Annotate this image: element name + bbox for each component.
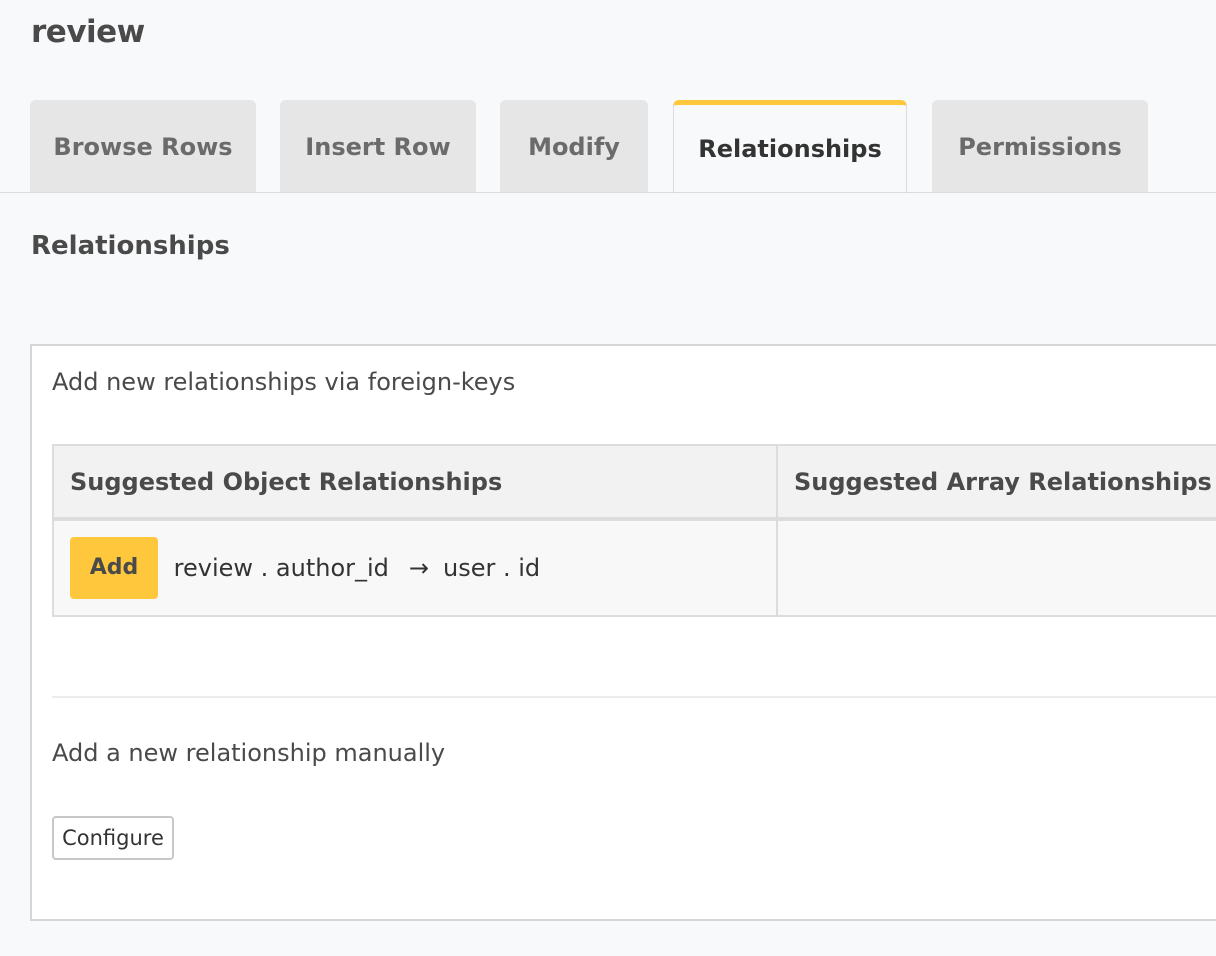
manual-relationship-heading: Add a new relationship manually <box>52 739 446 767</box>
arrow-right-icon: → <box>408 554 429 582</box>
relationship-to: user . id <box>443 554 541 582</box>
relationship-from: review . author_id <box>173 554 389 582</box>
array-suggestion-cell <box>776 518 1216 617</box>
foreign-keys-heading: Add new relationships via foreign-keys <box>52 368 516 396</box>
table-header-row: Suggested Object Relationships Suggested… <box>52 444 1216 521</box>
tab-insert-row[interactable]: Insert Row <box>280 100 476 193</box>
object-relationships-header: Suggested Object Relationships <box>52 444 778 521</box>
configure-button[interactable]: Configure <box>52 816 174 860</box>
tabs-underline <box>0 192 1216 193</box>
suggested-relationships-table: Suggested Object Relationships Suggested… <box>52 444 1216 617</box>
tab-bar: Browse Rows Insert Row Modify Relationsh… <box>0 0 1216 194</box>
table-row: Add review . author_id → user . id <box>52 518 1216 617</box>
object-suggestion-cell: Add review . author_id → user . id <box>52 518 778 617</box>
tab-permissions[interactable]: Permissions <box>932 100 1148 193</box>
add-object-relationship-button[interactable]: Add <box>70 537 158 599</box>
tab-modify[interactable]: Modify <box>500 100 648 193</box>
section-title: Relationships <box>31 231 230 261</box>
relationships-panel <box>30 344 1216 921</box>
tab-relationships[interactable]: Relationships <box>673 100 907 194</box>
tab-browse-rows[interactable]: Browse Rows <box>30 100 256 193</box>
array-relationships-header: Suggested Array Relationships <box>776 444 1216 521</box>
section-divider <box>52 696 1216 698</box>
